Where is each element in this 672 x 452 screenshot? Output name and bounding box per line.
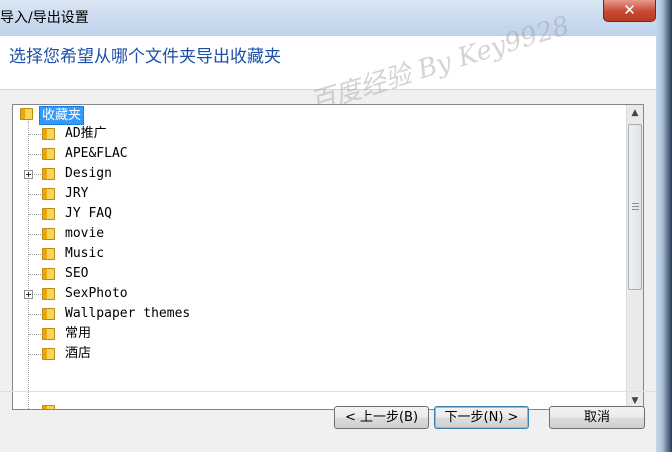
- folder-icon: [42, 268, 55, 280]
- tree-guide-line: [28, 121, 29, 409]
- tree-item-wallpaper-themes[interactable]: Wallpaper themes: [65, 304, 190, 324]
- tree-guide-branch: [29, 154, 41, 155]
- back-button[interactable]: < 上一步(B): [334, 406, 429, 429]
- folder-icon: [42, 188, 55, 200]
- tree-guide-branch: [29, 234, 41, 235]
- tree-item-common[interactable]: 常用: [65, 324, 91, 344]
- tree-item-jry[interactable]: JRY: [65, 184, 88, 204]
- cancel-button[interactable]: 取消: [549, 406, 645, 429]
- folder-icon: [42, 168, 55, 180]
- tree-item-movie[interactable]: movie: [65, 224, 104, 244]
- tree-guide-branch: [34, 174, 41, 175]
- folder-icon: [42, 208, 55, 220]
- scroll-up-icon[interactable]: ▲: [627, 105, 643, 121]
- tree-item-seo[interactable]: SEO: [65, 264, 88, 284]
- folder-icon: [42, 248, 55, 260]
- tree-item-ad[interactable]: AD推广: [65, 124, 107, 144]
- instruction-text: 选择您希望从哪个文件夹导出收藏夹: [9, 47, 281, 67]
- footer-divider: [0, 391, 656, 392]
- tree-guide-branch: [29, 134, 41, 135]
- tree-guide-branch: [29, 274, 41, 275]
- folder-icon: [42, 348, 55, 360]
- folder-icon: [20, 108, 33, 120]
- folder-icon: [42, 405, 55, 409]
- grip-icon: [632, 209, 639, 210]
- close-icon: ✕: [623, 1, 636, 19]
- tree-vertical-scrollbar[interactable]: ▲ ▼: [626, 105, 643, 409]
- dialog-header: 选择您希望从哪个文件夹导出收藏夹: [0, 36, 656, 89]
- folder-icon: [42, 148, 55, 160]
- close-button[interactable]: ✕: [603, 0, 656, 22]
- tree-guide-branch: [29, 354, 41, 355]
- tree-guide-branch: [29, 214, 41, 215]
- tree-item-hotel[interactable]: 酒店: [65, 344, 91, 364]
- tree-item-jy-faq[interactable]: JY FAQ: [65, 204, 112, 224]
- tree-guide-branch: [29, 314, 41, 315]
- tree-item-sexphoto[interactable]: SexPhoto: [65, 284, 128, 304]
- folder-icon: [42, 228, 55, 240]
- favorites-tree[interactable]: 收藏夹 AD推广 APE&FLAC Design JRY JY FAQ movi…: [12, 104, 644, 410]
- tree-guide-branch: [29, 334, 41, 335]
- folder-icon: [42, 288, 55, 300]
- folder-icon: [42, 328, 55, 340]
- folder-icon: [42, 308, 55, 320]
- grip-icon: [632, 206, 639, 207]
- tree-item-design[interactable]: Design: [65, 164, 112, 184]
- expand-icon[interactable]: [24, 290, 33, 299]
- tree-guide-branch: [34, 294, 41, 295]
- title-bar: 导入/导出设置 ✕: [0, 0, 672, 36]
- desktop-background: [656, 0, 672, 452]
- tree-guide-branch: [29, 254, 41, 255]
- window-title: 导入/导出设置: [0, 10, 89, 26]
- folder-icon: [42, 128, 55, 140]
- dialog-body: 选择您希望从哪个文件夹导出收藏夹 百度经验 By Key9928 收藏夹 AD推…: [0, 11, 656, 452]
- tree-item-ape-flac[interactable]: APE&FLAC: [65, 144, 128, 164]
- tree-root-favorites[interactable]: 收藏夹: [39, 106, 85, 125]
- expand-icon[interactable]: [24, 170, 33, 179]
- next-button[interactable]: 下一步(N) >: [434, 406, 529, 429]
- header-divider: [0, 89, 656, 90]
- grip-icon: [632, 203, 639, 204]
- scroll-thumb[interactable]: [628, 124, 642, 290]
- tree-item-music[interactable]: Music: [65, 244, 104, 264]
- tree-guide-branch: [29, 194, 41, 195]
